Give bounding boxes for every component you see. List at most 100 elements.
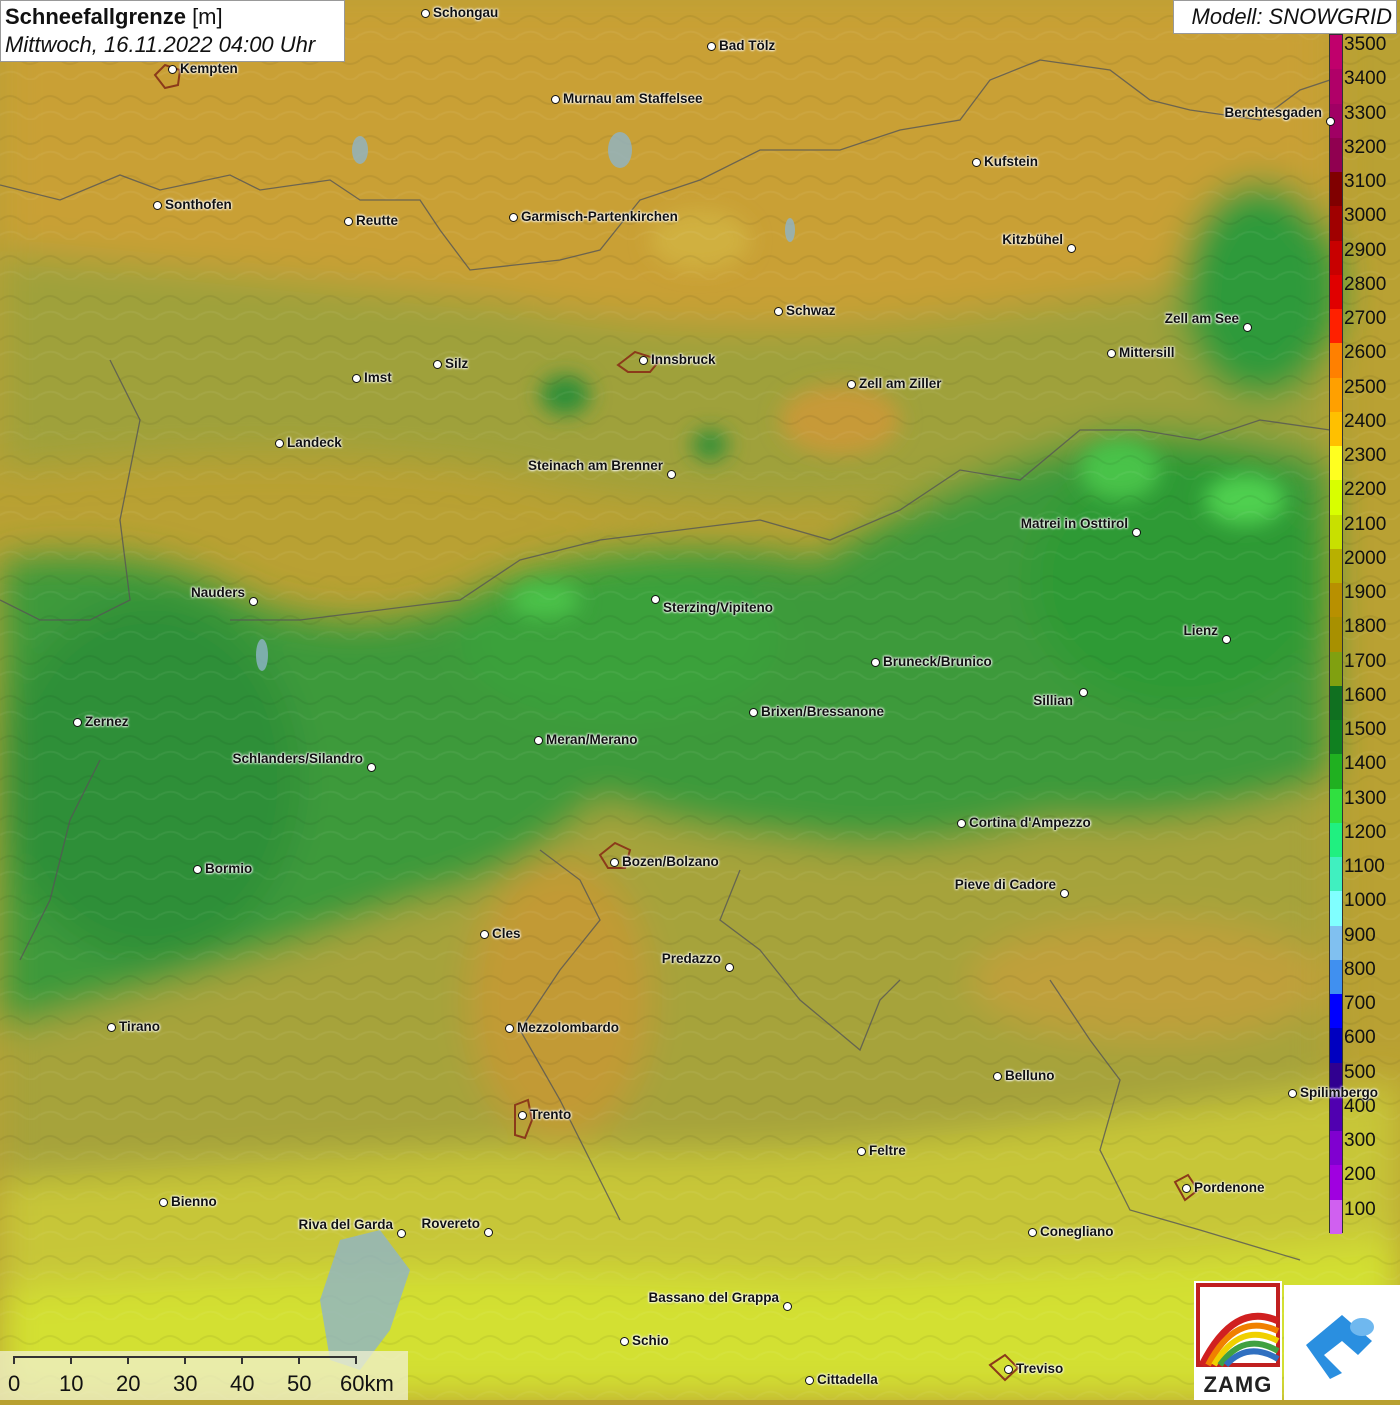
city-marker <box>804 1375 814 1385</box>
scale-label: 50 <box>287 1371 312 1396</box>
legend-label: 2500 <box>1344 376 1387 398</box>
legend-swatch <box>1330 137 1342 173</box>
city-marker <box>504 1023 514 1033</box>
legend-swatch <box>1330 891 1342 927</box>
city-label: Cortina d'Ampezzo <box>969 815 1091 830</box>
snow-arrow-icon <box>1306 1315 1374 1379</box>
legend-swatch <box>1330 1096 1342 1132</box>
legend-swatch <box>1330 617 1342 653</box>
legend-swatch <box>1330 583 1342 618</box>
color-legend-bar <box>1329 34 1343 1235</box>
city-label: Schwaz <box>786 303 836 318</box>
legend-label: 3200 <box>1344 136 1387 158</box>
legend-label: 2400 <box>1344 410 1387 432</box>
legend-swatch <box>1330 720 1342 755</box>
legend-swatch <box>1330 274 1342 310</box>
legend-swatch <box>1330 514 1342 550</box>
legend-label: 2000 <box>1344 547 1387 569</box>
legend-label: 500 <box>1344 1061 1376 1083</box>
legend-swatch <box>1330 994 1342 1029</box>
city-label: Rovereto <box>421 1216 480 1231</box>
city-marker <box>782 1301 792 1311</box>
city-label: Bormio <box>205 861 253 876</box>
scale-tick <box>241 1356 243 1364</box>
city-marker <box>638 355 648 365</box>
legend-swatch <box>1330 343 1342 379</box>
legend-swatch <box>1330 548 1342 584</box>
city-marker <box>1131 527 1141 537</box>
legend-label: 2700 <box>1344 308 1387 330</box>
city-marker <box>724 962 734 972</box>
city-label: Trento <box>530 1107 572 1122</box>
city-label: Predazzo <box>661 951 721 966</box>
title-bold: Schneefallgrenze <box>5 4 186 29</box>
city-marker <box>158 1197 168 1207</box>
zamg-logo-text: ZAMG <box>1203 1372 1273 1397</box>
legend-swatch <box>1330 172 1342 207</box>
legend-label: 2300 <box>1344 445 1387 467</box>
legend-label: 3300 <box>1344 102 1387 124</box>
city-label: Kufstein <box>984 154 1038 169</box>
legend-label: 1500 <box>1344 719 1387 741</box>
legend-label: 1400 <box>1344 753 1387 775</box>
model-label: Modell: SNOWGRID <box>1173 0 1397 34</box>
city-label: Zernez <box>85 714 129 729</box>
city-marker <box>1066 243 1076 253</box>
city-label: Steinach am Brenner <box>527 458 663 473</box>
color-legend-labels: 3500 3400 3300 3200 3100 3000 2900 2800 2700 2600… <box>1344 34 1400 1233</box>
legend-swatch <box>1330 240 1342 276</box>
city-label: Berchtesgaden <box>1224 105 1322 120</box>
legend-swatch <box>1330 651 1342 687</box>
city-marker <box>366 762 376 772</box>
legend-swatch <box>1330 925 1342 961</box>
legend-label: 700 <box>1344 993 1376 1015</box>
legend-label: 1800 <box>1344 616 1387 638</box>
city-label: Silz <box>445 356 469 371</box>
legend-label: 600 <box>1344 1027 1376 1049</box>
city-label: Murnau am Staffelsee <box>563 91 703 106</box>
city-marker <box>517 1110 527 1120</box>
city-marker <box>167 64 177 74</box>
city-marker <box>870 657 880 667</box>
city-marker <box>1078 687 1088 697</box>
city-marker <box>396 1228 406 1238</box>
city-marker <box>1003 1364 1013 1374</box>
scale-tick <box>127 1356 129 1364</box>
city-marker <box>550 94 560 104</box>
city-marker <box>1242 322 1252 332</box>
legend-label: 200 <box>1344 1164 1376 1186</box>
legend-label: 1100 <box>1344 856 1385 878</box>
city-label: Bozen/Bolzano <box>622 854 719 869</box>
scale-label: 20 <box>116 1371 141 1396</box>
city-label: Sillian <box>1033 693 1073 708</box>
legend-swatch <box>1330 1028 1342 1064</box>
legend-label: 2900 <box>1344 239 1387 261</box>
legend-label: 2100 <box>1344 513 1387 535</box>
legend-label: 2200 <box>1344 479 1387 501</box>
city-marker <box>609 857 619 867</box>
legend-swatch <box>1330 1131 1342 1166</box>
city-label: Zell am See <box>1164 311 1239 326</box>
legend-label: 800 <box>1344 958 1376 980</box>
city-marker <box>619 1336 629 1346</box>
legend-label: 1900 <box>1344 582 1387 604</box>
city-marker <box>748 707 758 717</box>
legend-label: 2600 <box>1344 342 1387 364</box>
city-label: Schongau <box>433 5 499 20</box>
city-label: Tirano <box>119 1019 161 1034</box>
legend-swatch <box>1330 480 1342 516</box>
city-label: Sonthofen <box>165 197 232 212</box>
legend-swatch <box>1330 206 1342 242</box>
city-label: Matrei in Osttirol <box>1020 516 1128 531</box>
city-marker <box>432 359 442 369</box>
city-label: Spilimbergo <box>1300 1085 1379 1100</box>
city-label: Kempten <box>180 61 238 76</box>
scale-label: 10 <box>59 1371 84 1396</box>
city-label: Treviso <box>1016 1361 1064 1376</box>
legend-label: 100 <box>1344 1198 1376 1220</box>
city-marker <box>343 216 353 226</box>
city-marker <box>856 1146 866 1156</box>
legend-label: 1300 <box>1344 787 1387 809</box>
city-label: Schio <box>632 1333 669 1348</box>
city-marker <box>106 1022 116 1032</box>
